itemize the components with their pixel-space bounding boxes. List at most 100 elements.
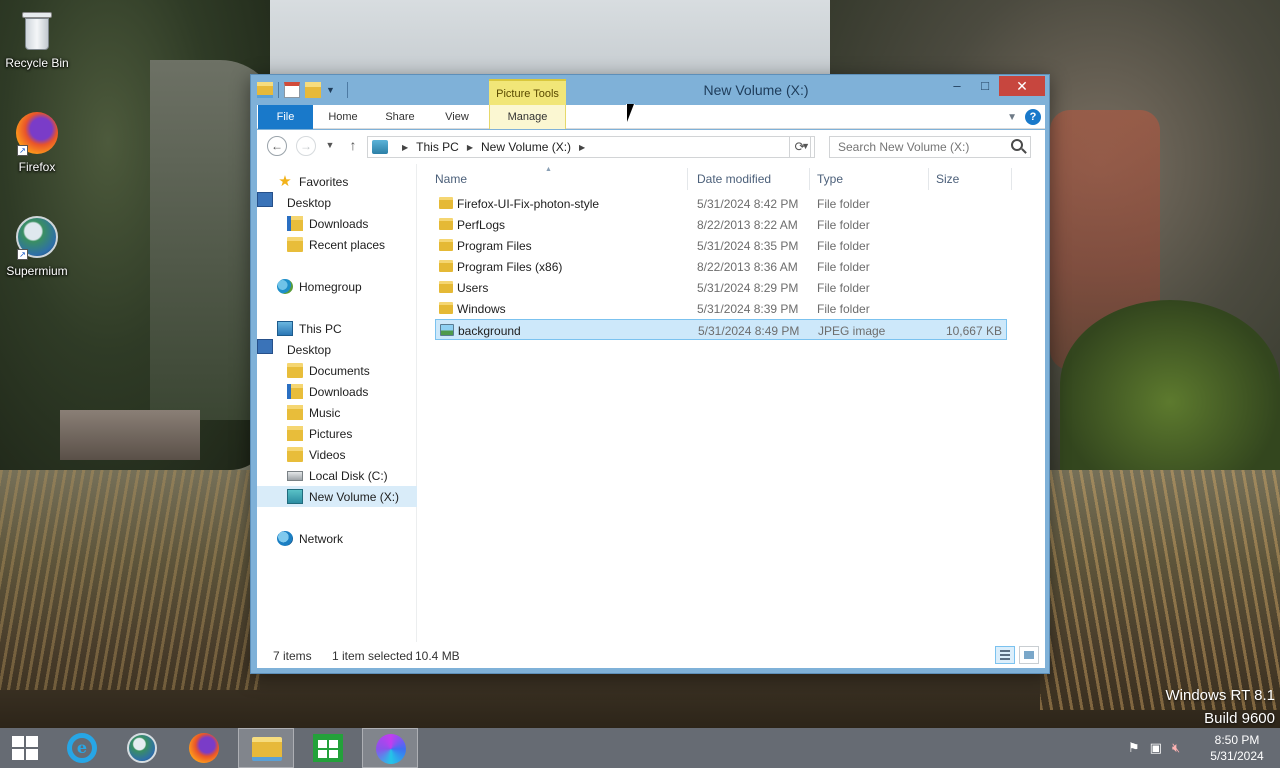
column-header-type[interactable]: Type xyxy=(817,172,843,186)
nav-label: Homegroup xyxy=(299,279,362,294)
breadcrumb-separator-icon[interactable]: ▶ xyxy=(579,143,585,152)
system-tray: ⚑ ▣ 🔇︎ xyxy=(1128,740,1180,756)
minimize-button[interactable]: – xyxy=(943,76,971,96)
hard-drive-icon xyxy=(287,470,303,481)
column-divider[interactable] xyxy=(809,168,810,190)
title-bar[interactable]: ▼ Picture Tools New Volume (X:) – □ ✕ xyxy=(251,75,1049,105)
nav-favorites[interactable]: ★ Favorites xyxy=(257,171,417,192)
nav-favorites-desktop[interactable]: Desktop xyxy=(257,192,417,213)
volume-muted-icon[interactable]: 🔇︎ xyxy=(1172,740,1180,756)
new-folder-icon[interactable] xyxy=(305,82,321,98)
file-list[interactable]: ▲ Name Date modified Type Size Firefox-U… xyxy=(425,164,1045,650)
column-divider[interactable] xyxy=(687,168,688,190)
nav-this-pc-new-volume[interactable]: New Volume (X:) xyxy=(257,486,417,507)
nav-label: Desktop xyxy=(287,342,332,357)
nav-this-pc-downloads[interactable]: Downloads xyxy=(257,381,417,402)
tab-file[interactable]: File xyxy=(258,105,313,129)
file-name: background xyxy=(458,324,521,338)
windows-version-watermark: Windows RT 8.1 Build 9600 xyxy=(1166,684,1276,728)
documents-folder-icon xyxy=(287,363,303,378)
pictures-folder-icon xyxy=(287,426,303,441)
nav-this-pc[interactable]: This PC xyxy=(257,318,417,339)
folder-icon xyxy=(439,302,453,314)
column-header-size[interactable]: Size xyxy=(936,172,959,186)
taskbar-clock[interactable]: 8:50 PM 5/31/2024 xyxy=(1200,732,1274,764)
recent-locations-dropdown-icon[interactable]: ▼ xyxy=(320,136,340,156)
properties-icon[interactable] xyxy=(284,82,300,98)
navigation-pane[interactable]: ★ Favorites Desktop Downloads Recent pla… xyxy=(257,164,417,650)
maximize-button[interactable]: □ xyxy=(971,76,999,96)
help-icon[interactable]: ? xyxy=(1025,109,1041,125)
back-button[interactable]: ← xyxy=(267,136,287,156)
file-type: File folder xyxy=(817,239,870,253)
tab-view[interactable]: View xyxy=(431,105,483,129)
tab-home[interactable]: Home xyxy=(315,105,371,129)
desktop-icon-supermium[interactable]: ↗ Supermium xyxy=(0,216,74,278)
nav-homegroup[interactable]: Homegroup xyxy=(257,276,417,297)
nav-label: Videos xyxy=(309,447,346,462)
desktop-icon-firefox[interactable]: ↗ Firefox xyxy=(0,112,74,174)
nav-this-pc-local-disk[interactable]: Local Disk (C:) xyxy=(257,465,417,486)
file-row-selected[interactable]: background 5/31/2024 8:49 PM JPEG image … xyxy=(435,319,1007,340)
taskbar-internet-explorer[interactable]: e xyxy=(52,728,108,768)
desktop-icon-recycle-bin[interactable]: Recycle Bin xyxy=(0,8,74,70)
address-bar[interactable]: ▶ This PC ▶ New Volume (X:) ▶ ▼ xyxy=(367,136,815,158)
taskbar-firefox[interactable] xyxy=(176,728,232,768)
customize-toolbar-dropdown-icon[interactable]: ▼ xyxy=(326,82,342,98)
tab-manage[interactable]: Manage xyxy=(489,105,566,129)
watermark-build: Build 9600 xyxy=(1204,710,1275,727)
breadcrumb-new-volume[interactable]: New Volume (X:) xyxy=(481,140,571,154)
watermark-edition: Windows RT 8.1 xyxy=(1165,687,1276,704)
file-type: File folder xyxy=(817,218,870,232)
file-row[interactable]: Windows 5/31/2024 8:39 PM File folder xyxy=(435,298,1007,319)
large-icons-view-button[interactable] xyxy=(1019,646,1039,664)
nav-this-pc-documents[interactable]: Documents xyxy=(257,360,417,381)
file-type: File folder xyxy=(817,281,870,295)
file-date: 8/22/2013 8:22 AM xyxy=(697,218,798,232)
file-name: Users xyxy=(457,281,489,295)
breadcrumb-separator-icon[interactable]: ▶ xyxy=(402,143,408,152)
nav-this-pc-pictures[interactable]: Pictures xyxy=(257,423,417,444)
wallpaper-trees xyxy=(1060,300,1280,470)
file-date: 8/22/2013 8:36 AM xyxy=(697,260,798,274)
search-input[interactable] xyxy=(829,136,1031,158)
taskbar-store[interactable] xyxy=(300,728,356,768)
videos-folder-icon xyxy=(287,447,303,462)
column-header-name[interactable]: Name xyxy=(435,172,467,186)
taskbar-supermium[interactable] xyxy=(114,728,170,768)
tab-share[interactable]: Share xyxy=(375,105,425,129)
expand-ribbon-chevron-icon[interactable]: ▼ xyxy=(1007,112,1017,123)
breadcrumb-this-pc[interactable]: This PC xyxy=(416,140,459,154)
file-row[interactable]: Firefox-UI-Fix-photon-style 5/31/2024 8:… xyxy=(435,193,1007,214)
downloads-folder-icon xyxy=(287,216,303,231)
taskbar-file-explorer[interactable] xyxy=(238,728,294,768)
breadcrumb-separator-icon[interactable]: ▶ xyxy=(467,143,473,152)
search-icon[interactable] xyxy=(1011,139,1023,151)
nav-this-pc-desktop[interactable]: Desktop xyxy=(257,339,417,360)
selection-count: 1 item selected xyxy=(332,649,413,663)
nav-this-pc-videos[interactable]: Videos xyxy=(257,444,417,465)
close-button[interactable]: ✕ xyxy=(999,76,1045,96)
supermium-icon xyxy=(127,733,157,763)
details-view-button[interactable] xyxy=(995,646,1015,664)
column-header-date-modified[interactable]: Date modified xyxy=(697,172,771,186)
file-row[interactable]: Users 5/31/2024 8:29 PM File folder xyxy=(435,277,1007,298)
taskbar-running-app[interactable] xyxy=(362,728,418,768)
up-one-level-button[interactable]: ↑ xyxy=(343,136,363,156)
column-divider[interactable] xyxy=(928,168,929,190)
file-row[interactable]: Program Files 5/31/2024 8:35 PM File fol… xyxy=(435,235,1007,256)
nav-favorites-recent-places[interactable]: Recent places xyxy=(257,234,417,255)
start-button[interactable] xyxy=(0,728,56,768)
refresh-button[interactable]: ⟳ xyxy=(789,136,811,158)
wallpaper-reeds-left xyxy=(0,470,260,690)
network-status-icon[interactable]: ▣ xyxy=(1150,740,1162,756)
nav-this-pc-music[interactable]: Music xyxy=(257,402,417,423)
explorer-app-icon[interactable] xyxy=(257,82,273,98)
file-row[interactable]: PerfLogs 8/22/2013 8:22 AM File folder xyxy=(435,214,1007,235)
forward-button[interactable]: → xyxy=(296,136,316,156)
action-center-flag-icon[interactable]: ⚑ xyxy=(1128,740,1140,756)
column-divider[interactable] xyxy=(1011,168,1012,190)
nav-network[interactable]: Network xyxy=(257,528,417,549)
nav-favorites-downloads[interactable]: Downloads xyxy=(257,213,417,234)
file-row[interactable]: Program Files (x86) 8/22/2013 8:36 AM Fi… xyxy=(435,256,1007,277)
